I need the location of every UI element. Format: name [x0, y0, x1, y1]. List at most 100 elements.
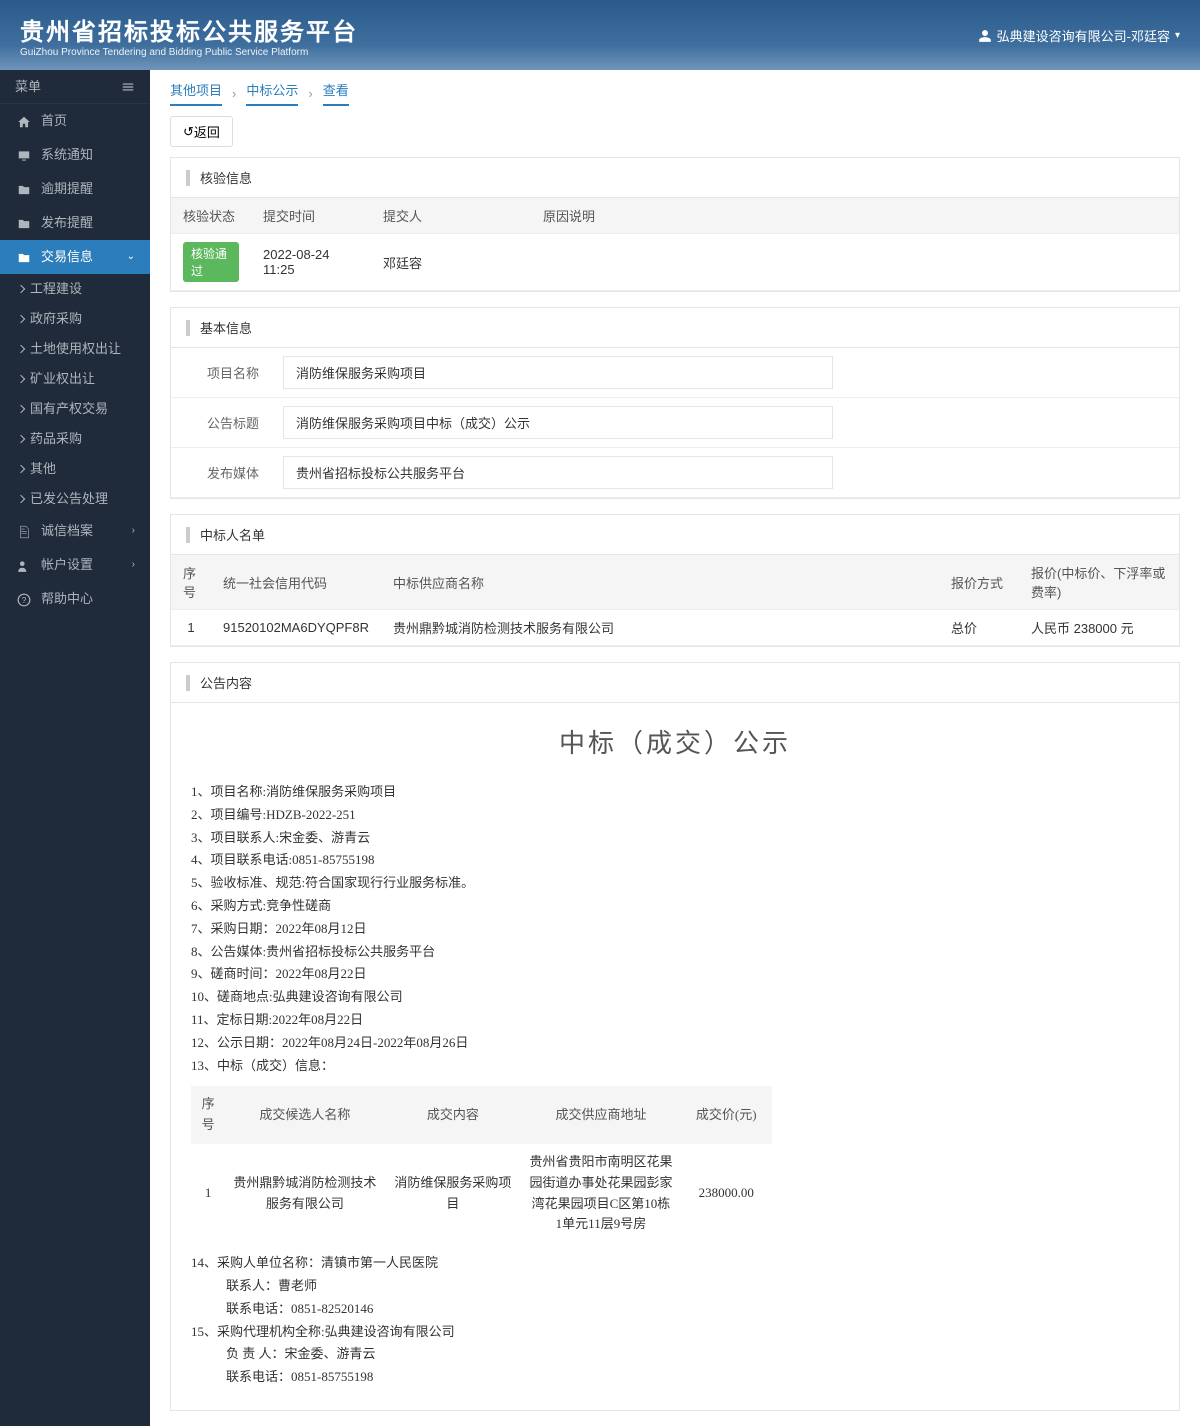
sidebar-item-2[interactable]: 逾期提醒	[0, 172, 150, 206]
ann-line: 15、采购代理机构全称:弘典建设咨询有限公司	[191, 1322, 1159, 1343]
sidebar-subitem-6[interactable]: 其他	[0, 454, 150, 484]
cell-no: 1	[171, 610, 211, 646]
ann-line: 8、公告媒体:贵州省招标投标公共服务平台	[191, 942, 1159, 963]
table-row: 项目名称 消防维保服务采购项目	[171, 348, 1179, 398]
ann-line: 4、项目联系电话:0851-85755198	[191, 850, 1159, 871]
user-icon	[15, 548, 33, 582]
sidebar-subitem-4[interactable]: 国有产权交易	[0, 394, 150, 424]
back-label: 返回	[194, 122, 220, 141]
menu-header: 菜单	[0, 70, 150, 104]
value-project-name: 消防维保服务采购项目	[283, 356, 833, 389]
chevron-right-icon: ›	[132, 514, 135, 548]
cell: 贵州鼎黔城消防检测技术服务有限公司	[225, 1144, 384, 1243]
label-project-name: 项目名称	[171, 348, 271, 398]
sidebar-item-label: 逾期提醒	[41, 172, 93, 206]
folder-icon	[15, 172, 33, 206]
sidebar-item-3[interactable]: 发布提醒	[0, 206, 150, 240]
user-label: 弘典建设咨询有限公司-邓廷容	[997, 26, 1170, 45]
file-icon	[15, 514, 33, 548]
chevron-down-icon: ▾	[1175, 30, 1180, 41]
sidebar-subitem-5[interactable]: 药品采购	[0, 424, 150, 454]
breadcrumb-sep: ›	[232, 86, 236, 101]
th-status: 核验状态	[171, 198, 251, 234]
reason	[531, 234, 1179, 291]
sidebar-item-label: 诚信档案	[41, 514, 93, 548]
ann-line: 9、磋商时间：2022年08月22日	[191, 964, 1159, 985]
basic-panel: 基本信息 项目名称 消防维保服务采购项目 公告标题 消防维保服务采购项目中标（成…	[170, 307, 1180, 499]
sidebar-item-label: 帐户设置	[41, 548, 93, 582]
ann-line: 7、采购日期：2022年08月12日	[191, 919, 1159, 940]
ann-line: 联系电话：0851-82520146	[191, 1299, 1159, 1320]
sidebar-item2-1[interactable]: 帐户设置›	[0, 548, 150, 582]
th-person: 提交人	[371, 198, 531, 234]
table-row: 191520102MA6DYQPF8R贵州鼎黔城消防检测技术服务有限公司总价人民…	[171, 610, 1179, 646]
sidebar-subitem-2[interactable]: 土地使用权出让	[0, 334, 150, 364]
breadcrumb-item[interactable]: 查看	[323, 80, 349, 106]
user-dropdown[interactable]: 弘典建设咨询有限公司-邓廷容 ▾	[978, 26, 1180, 45]
ann-line: 14、采购人单位名称：清镇市第一人民医院	[191, 1253, 1159, 1274]
sidebar-item2-2[interactable]: ?帮助中心	[0, 582, 150, 616]
th: 序号	[191, 1086, 225, 1144]
table-row: 发布媒体 贵州省招标投标公共服务平台	[171, 448, 1179, 498]
panel-title: 核验信息	[171, 158, 1179, 198]
table-row: 公告标题 消防维保服务采购项目中标（成交）公示	[171, 398, 1179, 448]
sidebar-item-label: 帮助中心	[41, 582, 93, 616]
sidebar-item-4[interactable]: 交易信息⌄	[0, 240, 150, 274]
sidebar-subitem-7[interactable]: 已发公告处理	[0, 484, 150, 514]
sidebar-item2-0[interactable]: 诚信档案 ›	[0, 514, 150, 548]
breadcrumb-item[interactable]: 中标公示	[246, 80, 298, 106]
announcement-body: 1、项目名称:消防维保服务采购项目2、项目编号:HDZB-2022-2513、项…	[171, 782, 1179, 1410]
th: 成交价(元)	[681, 1086, 772, 1144]
menu-toggle-icon[interactable]	[121, 70, 135, 104]
ann-line: 1、项目名称:消防维保服务采购项目	[191, 782, 1159, 803]
header: 贵州省招标投标公共服务平台 GuiZhou Province Tendering…	[0, 0, 1200, 70]
ann-line: 13、中标（成交）信息：	[191, 1056, 1159, 1077]
breadcrumb: 其他项目 › 中标公示 › 查看	[150, 70, 1200, 116]
th-no: 序号	[171, 555, 211, 610]
table-row: 核验通过 2022-08-24 11:25 邓廷容	[171, 234, 1179, 291]
sidebar-subitem-3[interactable]: 矿业权出让	[0, 364, 150, 394]
label-media: 发布媒体	[171, 448, 271, 498]
ann-line: 3、项目联系人:宋金委、游青云	[191, 828, 1159, 849]
back-button[interactable]: ↺ 返回	[170, 116, 233, 147]
th-time: 提交时间	[251, 198, 371, 234]
verify-panel: 核验信息 核验状态 提交时间 提交人 原因说明 核验通过 2022-08-24 …	[170, 157, 1180, 292]
th: 成交候选人名称	[225, 1086, 384, 1144]
th-name: 中标供应商名称	[381, 555, 939, 610]
cell: 贵州省贵阳市南明区花果园街道办事处花果园彭家湾花果园项目C区第10栋1单元11层…	[521, 1144, 680, 1243]
announcement-heading: 中标（成交）公示	[171, 703, 1179, 780]
th-price: 报价(中标价、下浮率或费率)	[1019, 555, 1179, 610]
cell: 1	[191, 1144, 225, 1243]
sidebar-item-1[interactable]: 系统通知	[0, 138, 150, 172]
ann-line: 11、定标日期:2022年08月22日	[191, 1010, 1159, 1031]
sidebar: 菜单 首页系统通知逾期提醒发布提醒交易信息⌄ 工程建设政府采购土地使用权出让矿业…	[0, 70, 150, 1426]
th-method: 报价方式	[939, 555, 1019, 610]
sidebar-subitem-1[interactable]: 政府采购	[0, 304, 150, 334]
label-ann-title: 公告标题	[171, 398, 271, 448]
ann-line: 5、验收标准、规范:符合国家现行行业服务标准。	[191, 873, 1159, 894]
submit-time: 2022-08-24 11:25	[251, 234, 371, 291]
back-icon: ↺	[183, 124, 194, 140]
submit-person: 邓廷容	[371, 234, 531, 291]
folder-icon	[15, 206, 33, 240]
home-icon	[15, 104, 33, 138]
basic-table: 项目名称 消防维保服务采购项目 公告标题 消防维保服务采购项目中标（成交）公示 …	[171, 348, 1179, 498]
site-title-en: GuiZhou Province Tendering and Bidding P…	[20, 47, 358, 58]
sidebar-item-0[interactable]: 首页	[0, 104, 150, 138]
help-icon: ?	[15, 582, 33, 616]
th-code: 统一社会信用代码	[211, 555, 381, 610]
main-content: 其他项目 › 中标公示 › 查看 ↺ 返回 核验信息 核验状态 提交时间	[150, 70, 1200, 1426]
cell-method: 总价	[939, 610, 1019, 646]
cell: 238000.00	[681, 1144, 772, 1243]
panel-title: 公告内容	[171, 663, 1179, 703]
sidebar-item-label: 首页	[41, 104, 67, 138]
sidebar-item-label: 系统通知	[41, 138, 93, 172]
verify-table: 核验状态 提交时间 提交人 原因说明 核验通过 2022-08-24 11:25…	[171, 198, 1179, 291]
sidebar-subitem-0[interactable]: 工程建设	[0, 274, 150, 304]
ann-line: 负 责 人：宋金委、游青云	[191, 1344, 1159, 1365]
cell-price: 人民币 238000 元	[1019, 610, 1179, 646]
ann-line: 12、公示日期：2022年08月24日-2022年08月26日	[191, 1033, 1159, 1054]
folder-icon	[15, 240, 33, 274]
breadcrumb-item[interactable]: 其他项目	[170, 80, 222, 106]
user-icon	[978, 27, 992, 43]
